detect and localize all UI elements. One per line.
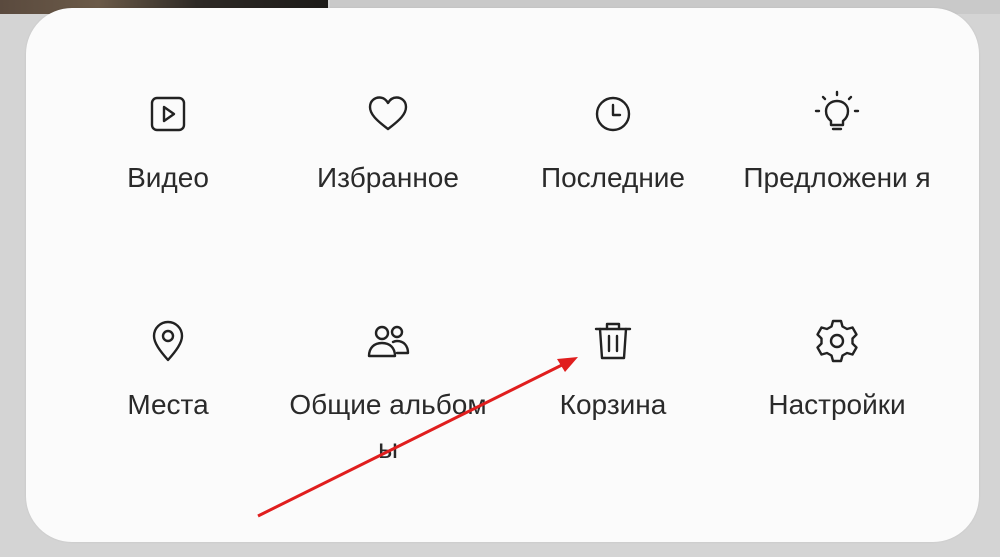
menu-item-favorites[interactable]: Избранное (273, 88, 503, 200)
menu-item-label: Общие альбомы (289, 389, 487, 464)
heart-icon (362, 88, 414, 140)
menu-item-recent[interactable]: Последние (498, 88, 728, 200)
clock-icon (587, 88, 639, 140)
trash-icon (587, 315, 639, 367)
menu-item-label: Видео (127, 162, 209, 193)
menu-item-label: Последние (540, 162, 685, 193)
video-icon (142, 88, 194, 140)
menu-item-label: Предложени я (743, 162, 931, 193)
menu-item-video[interactable]: Видео (53, 88, 283, 200)
location-pin-icon (142, 315, 194, 367)
menu-item-label: Избранное (317, 162, 459, 193)
gear-icon (811, 315, 863, 367)
menu-item-label: Корзина (559, 389, 667, 420)
menu-item-trash[interactable]: Корзина (498, 315, 728, 427)
menu-item-label: Места (127, 389, 209, 420)
menu-item-suggestions[interactable]: Предложени я (722, 88, 952, 200)
more-options-panel: Видео Избранное Последние Предложени я М… (26, 8, 979, 542)
menu-item-shared-albums[interactable]: Общие альбомы (273, 315, 503, 471)
menu-item-places[interactable]: Места (53, 315, 283, 427)
people-icon (362, 315, 414, 367)
lightbulb-icon (811, 88, 863, 140)
menu-item-label: Настройки (768, 389, 906, 420)
menu-item-settings[interactable]: Настройки (722, 315, 952, 427)
